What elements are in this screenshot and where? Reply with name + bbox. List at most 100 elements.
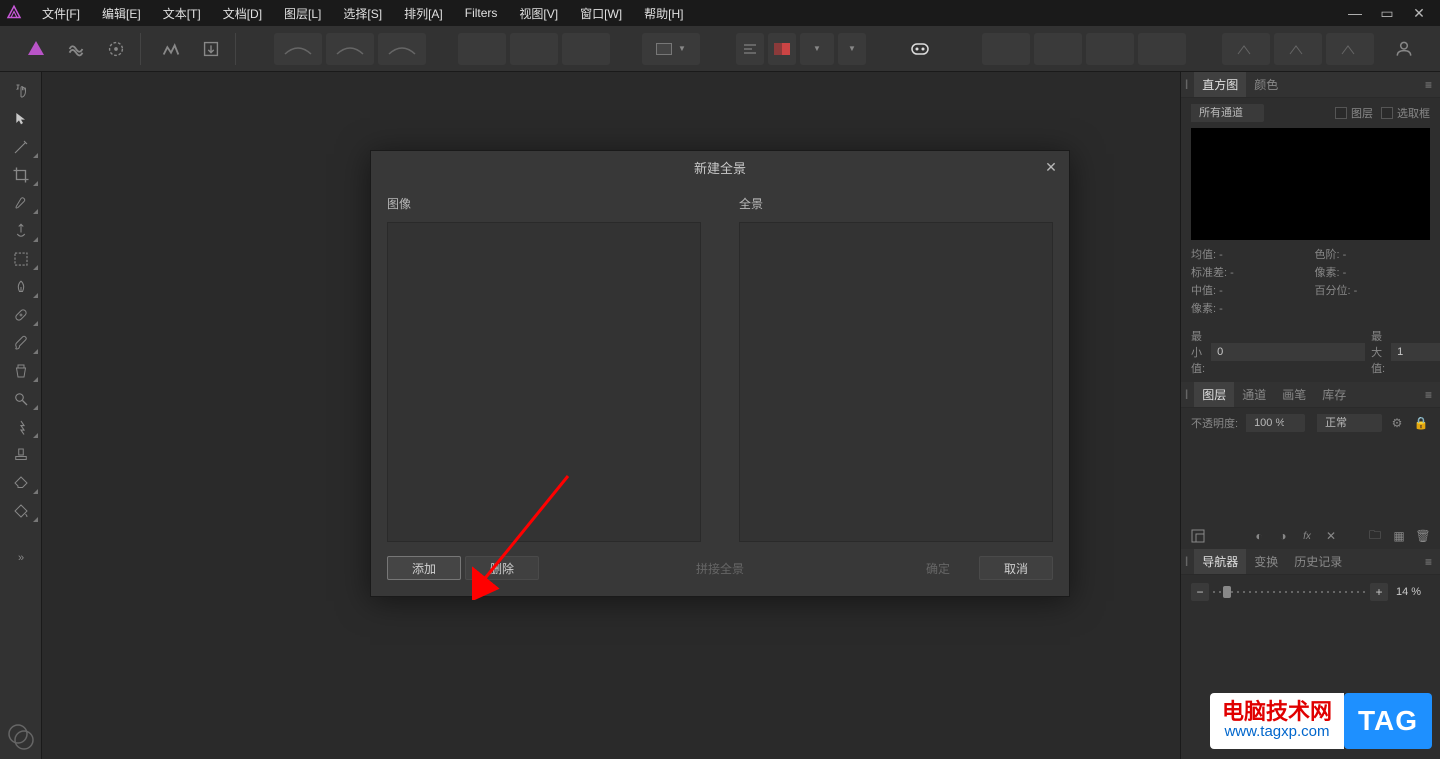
add-layer-icon[interactable]: ▦ — [1390, 527, 1408, 545]
tool-more[interactable]: » — [2, 548, 40, 568]
zoom-slider[interactable] — [1213, 590, 1366, 594]
menu-layer[interactable]: 图层[L] — [274, 1, 331, 26]
menu-document[interactable]: 文档[D] — [213, 1, 272, 26]
toolbar-extra[interactable]: ▼ — [838, 33, 866, 65]
dialog-close-button[interactable]: ✕ — [1041, 157, 1061, 177]
tab-stock[interactable]: 库存 — [1314, 382, 1354, 407]
toolbar-curve2[interactable] — [326, 33, 374, 65]
persona-export[interactable] — [193, 33, 229, 65]
panel-grip-icon[interactable]: || — [1185, 556, 1186, 567]
panel-menu-icon[interactable]: ≡ — [1417, 74, 1440, 96]
menu-arrange[interactable]: 排列[A] — [394, 1, 453, 26]
tool-view[interactable] — [2, 78, 40, 104]
blend-select[interactable]: 正常 — [1317, 414, 1382, 432]
tool-crop[interactable] — [2, 162, 40, 188]
folder-icon[interactable]: 🗀 — [1366, 527, 1384, 545]
toolbar-splitcolor[interactable] — [768, 33, 796, 65]
toolbar-curve1[interactable] — [274, 33, 322, 65]
tab-transform[interactable]: 变换 — [1246, 549, 1286, 574]
toolbar-r1[interactable] — [982, 33, 1030, 65]
toolbar-e2[interactable] — [1274, 33, 1322, 65]
menu-edit[interactable]: 编辑[E] — [92, 1, 151, 26]
panorama-list[interactable] — [739, 222, 1053, 542]
delete-layer-icon[interactable]: 🗑 — [1414, 527, 1432, 545]
tool-dodge[interactable] — [2, 386, 40, 412]
tool-pen[interactable] — [2, 274, 40, 300]
cancel-button[interactable]: 取消 — [979, 556, 1053, 580]
panel-grip-icon[interactable]: || — [1185, 79, 1186, 90]
panel-menu-icon[interactable]: ≡ — [1417, 551, 1440, 573]
images-list[interactable] — [387, 222, 701, 542]
tool-move[interactable] — [2, 106, 40, 132]
account-icon[interactable] — [1386, 33, 1422, 65]
toolbar-e1[interactable] — [1222, 33, 1270, 65]
toolbar-align[interactable] — [736, 33, 764, 65]
toolbar-slot3[interactable] — [562, 33, 610, 65]
checkbox-layer[interactable]: 图层 — [1335, 105, 1373, 121]
lock-icon[interactable]: 🔒 — [1412, 414, 1430, 432]
crop-icon[interactable]: ✕ — [1322, 527, 1340, 545]
menu-view[interactable]: 视图[V] — [509, 1, 568, 26]
persona-develop[interactable] — [98, 33, 134, 65]
adj-icon[interactable]: ◐ — [1250, 527, 1268, 545]
tool-stamp[interactable] — [2, 442, 40, 468]
gear-icon[interactable]: ⚙ — [1388, 414, 1406, 432]
tab-color[interactable]: 颜色 — [1246, 72, 1286, 97]
ok-button[interactable]: 确定 — [901, 556, 975, 580]
persona-liquify[interactable] — [58, 33, 94, 65]
menu-select[interactable]: 选择[S] — [333, 1, 392, 26]
persona-tone[interactable] — [153, 33, 189, 65]
toolbar-r4[interactable] — [1138, 33, 1186, 65]
persona-photo[interactable] — [18, 33, 54, 65]
channel-select[interactable]: 所有通道 — [1191, 104, 1264, 122]
max-input[interactable] — [1391, 343, 1440, 361]
tab-channels[interactable]: 通道 — [1234, 382, 1274, 407]
tool-smudge[interactable] — [2, 414, 40, 440]
delete-button[interactable]: 删除 — [465, 556, 539, 580]
menu-help[interactable]: 帮助[H] — [634, 1, 693, 26]
toolbar-r3[interactable] — [1086, 33, 1134, 65]
fx-icon[interactable]: ◑ — [1274, 527, 1292, 545]
tool-erase[interactable] — [2, 470, 40, 496]
assistant-icon[interactable] — [902, 33, 938, 65]
tool-healing[interactable] — [2, 302, 40, 328]
tab-layers[interactable]: 图层 — [1194, 382, 1234, 407]
panel-grip-icon[interactable]: || — [1185, 389, 1186, 400]
min-input[interactable] — [1211, 343, 1365, 361]
maximize-button[interactable]: ▭ — [1374, 2, 1400, 24]
checkbox-selection[interactable]: 选取框 — [1381, 105, 1430, 121]
tab-histogram[interactable]: 直方图 — [1194, 72, 1246, 97]
zoom-out-button[interactable]: − — [1191, 583, 1209, 601]
tool-selection-brush[interactable] — [2, 190, 40, 216]
tool-clone[interactable] — [2, 358, 40, 384]
toolbar-slot1[interactable] — [458, 33, 506, 65]
color-swatch[interactable] — [2, 715, 40, 759]
tool-flood-select[interactable] — [2, 218, 40, 244]
zoom-in-button[interactable]: + — [1370, 583, 1388, 601]
add-button[interactable]: 添加 — [387, 556, 461, 580]
toolbar-r2[interactable] — [1034, 33, 1082, 65]
fx-text-icon[interactable]: fx — [1298, 527, 1316, 545]
tab-navigator[interactable]: 导航器 — [1194, 549, 1246, 574]
close-button[interactable]: ✕ — [1406, 2, 1432, 24]
panel-menu-icon[interactable]: ≡ — [1417, 384, 1440, 406]
toolbar-slot2[interactable] — [510, 33, 558, 65]
menu-window[interactable]: 窗口[W] — [570, 1, 632, 26]
mask-icon[interactable] — [1189, 527, 1207, 545]
menu-text[interactable]: 文本[T] — [153, 1, 211, 26]
tab-history[interactable]: 历史记录 — [1286, 549, 1350, 574]
opacity-select[interactable]: 100 % — [1246, 414, 1305, 432]
menu-filters[interactable]: Filters — [455, 2, 508, 24]
menu-file[interactable]: 文件[F] — [32, 1, 90, 26]
minimize-button[interactable]: — — [1342, 2, 1368, 24]
toolbar-blend[interactable]: ▼ — [800, 33, 834, 65]
tab-brushes[interactable]: 画笔 — [1274, 382, 1314, 407]
tool-paintbrush[interactable] — [2, 330, 40, 356]
toolbar-curve3[interactable] — [378, 33, 426, 65]
tool-marquee[interactable] — [2, 246, 40, 272]
tool-color-picker[interactable] — [2, 134, 40, 160]
tool-fill[interactable] — [2, 498, 40, 524]
stitch-button[interactable]: 拼接全景 — [683, 556, 757, 580]
toolbar-fill-dropdown[interactable]: ▼ — [642, 33, 700, 65]
toolbar-e3[interactable] — [1326, 33, 1374, 65]
